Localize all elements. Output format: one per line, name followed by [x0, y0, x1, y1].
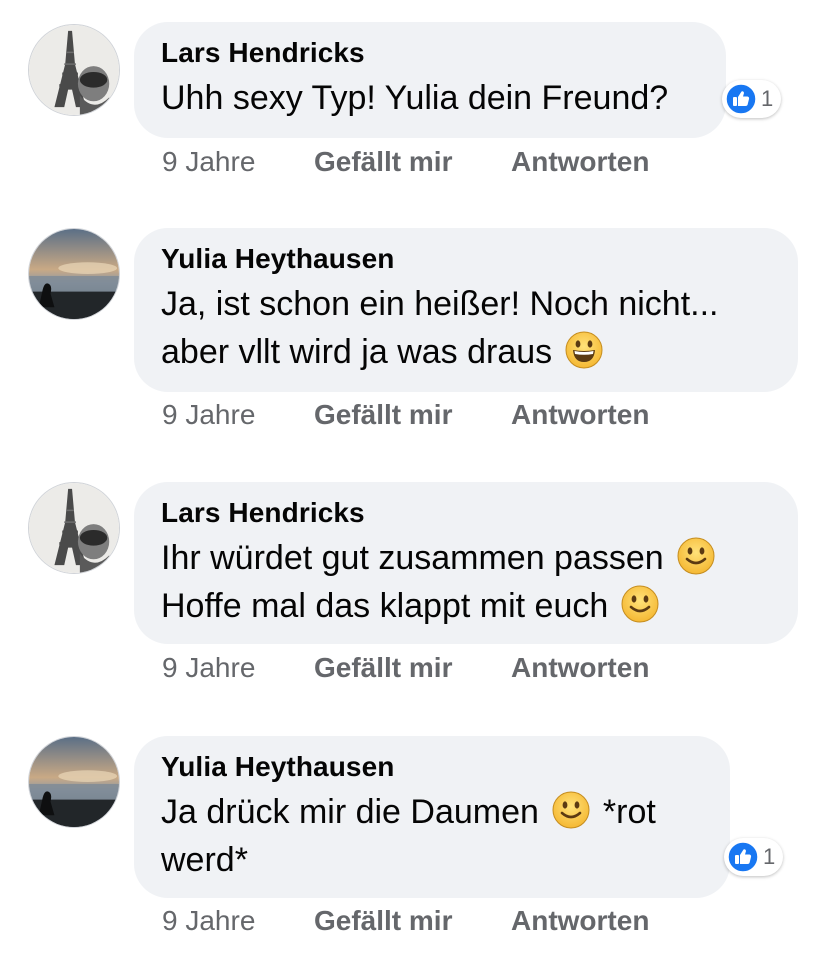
comment-line: aber vllt wird ja was draus	[161, 333, 553, 371]
reaction-count: 1	[761, 86, 774, 111]
comment-line: Uhh sexy Typ! Yulia dein Freund?	[161, 79, 669, 117]
reply-button[interactable]: Antworten	[511, 905, 649, 937]
comment-timestamp[interactable]: 9 Jahre	[162, 905, 255, 937]
sunset-beach-avatar-icon	[29, 737, 119, 827]
comment-bubble: Lars Hendricks Uhh sexy Typ! Yulia dein …	[134, 22, 726, 138]
comment-author[interactable]: Lars Hendricks	[161, 36, 700, 70]
eiffel-tower-avatar-icon	[29, 483, 119, 573]
reaction-count: 1	[763, 844, 776, 869]
comment-text: Uhh sexy Typ! Yulia dein Freund?	[161, 74, 700, 122]
like-icon	[727, 841, 759, 873]
comment-line: Hoffe mal das klappt mit euch	[161, 587, 609, 625]
comment-text: Ihr würdet gut zusammen passen Hoffe mal…	[161, 534, 772, 630]
comment-author[interactable]: Yulia Heythausen	[161, 750, 704, 784]
like-button[interactable]: Gefällt mir	[314, 652, 452, 684]
eiffel-tower-avatar-icon	[29, 25, 119, 115]
avatar[interactable]	[28, 228, 120, 320]
reply-button[interactable]: Antworten	[511, 652, 649, 684]
reply-button[interactable]: Antworten	[511, 399, 649, 431]
reply-button[interactable]: Antworten	[511, 146, 649, 178]
like-icon	[725, 83, 757, 115]
comment-timestamp[interactable]: 9 Jahre	[162, 146, 255, 178]
comment-timestamp[interactable]: 9 Jahre	[162, 652, 255, 684]
comment-line: *rot	[602, 793, 656, 831]
reaction-badge[interactable]: 1	[724, 838, 784, 876]
comment-line: werd*	[161, 841, 248, 879]
reaction-badge[interactable]: 1	[722, 80, 782, 118]
like-button[interactable]: Gefällt mir	[314, 146, 452, 178]
slightly-smiling-face-emoji-icon	[620, 584, 660, 624]
comment-author[interactable]: Lars Hendricks	[161, 496, 772, 530]
comment-author[interactable]: Yulia Heythausen	[161, 242, 772, 276]
avatar[interactable]	[28, 736, 120, 828]
comment-bubble: Yulia Heythausen Ja, ist schon ein heiße…	[134, 228, 798, 392]
comment-bubble: Lars Hendricks Ihr würdet gut zusammen p…	[134, 482, 798, 644]
comment-line: Ihr würdet gut zusammen passen	[161, 539, 664, 577]
comment-line: Ja, ist schon ein heißer! Noch nicht...	[161, 285, 719, 323]
comment-timestamp[interactable]: 9 Jahre	[162, 399, 255, 431]
avatar[interactable]	[28, 482, 120, 574]
comment-bubble: Yulia Heythausen Ja drück mir die Daumen…	[134, 736, 730, 898]
comment-line: Ja drück mir die Daumen	[161, 793, 539, 831]
grinning-face-emoji-icon	[564, 330, 604, 370]
like-button[interactable]: Gefällt mir	[314, 399, 452, 431]
like-button[interactable]: Gefällt mir	[314, 905, 452, 937]
sunset-beach-avatar-icon	[29, 229, 119, 319]
slightly-smiling-face-emoji-icon	[551, 790, 591, 830]
avatar[interactable]	[28, 24, 120, 116]
slightly-smiling-face-emoji-icon	[676, 536, 716, 576]
comment-text: Ja drück mir die Daumen *rot werd*	[161, 788, 704, 884]
comment-text: Ja, ist schon ein heißer! Noch nicht... …	[161, 280, 772, 376]
